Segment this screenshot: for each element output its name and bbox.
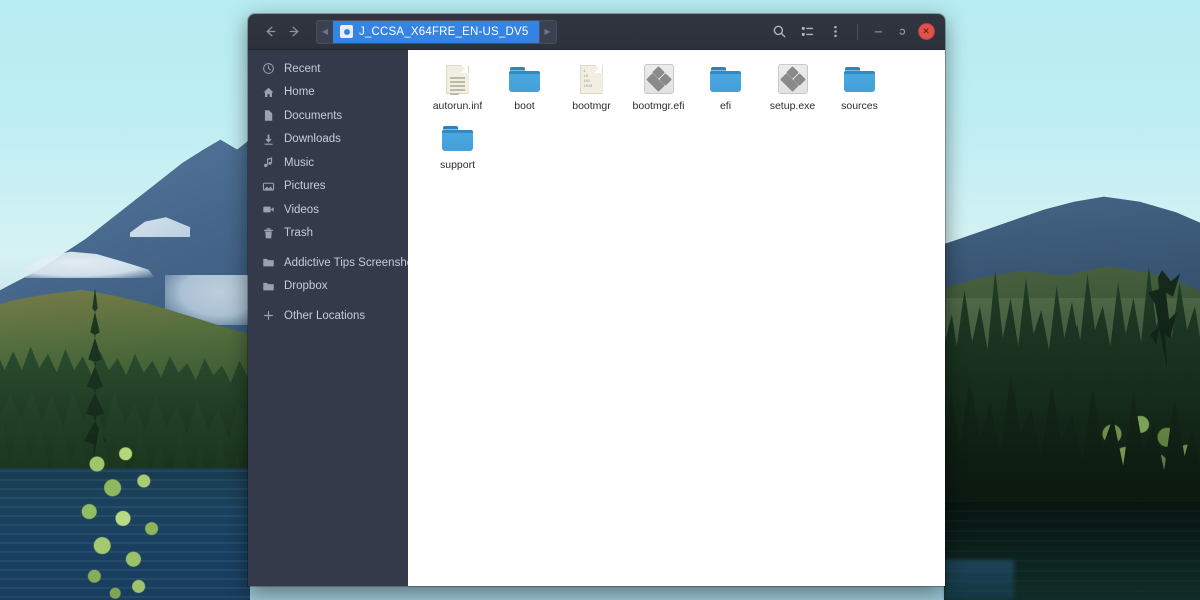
back-button[interactable] — [258, 20, 282, 44]
sidebar-item-documents[interactable]: Documents — [248, 104, 408, 128]
file-label: support — [440, 160, 475, 172]
sidebar-item-label: Other Locations — [284, 310, 365, 322]
sidebar-item-other-locations[interactable]: Other Locations — [248, 304, 408, 328]
sidebar-item-dropbox[interactable]: Dropbox — [248, 275, 408, 299]
file-item[interactable]: support — [424, 119, 491, 178]
trash-icon — [261, 226, 275, 240]
sidebar-item-label: Recent — [284, 63, 320, 75]
headerbar-actions: ✕ — [766, 19, 937, 45]
file-manager-window: ◀ J_CCSA_X64FRE_EN-US_DV5 ▶ — [248, 14, 945, 586]
maximize-button[interactable] — [891, 21, 913, 43]
breadcrumb: ◀ J_CCSA_X64FRE_EN-US_DV5 ▶ — [316, 20, 557, 44]
sidebar-item-home[interactable]: Home — [248, 81, 408, 105]
close-button-wrap[interactable]: ✕ — [915, 21, 937, 43]
file-label: efi — [720, 101, 731, 113]
headerbar-divider — [857, 24, 858, 40]
folder-icon — [507, 64, 543, 96]
clock-icon — [261, 62, 275, 76]
close-icon: ✕ — [918, 23, 935, 40]
sidebar-item-label: Downloads — [284, 133, 341, 145]
file-label: setup.exe — [770, 101, 816, 113]
text-document-icon — [440, 64, 476, 96]
file-label: boot — [514, 101, 534, 113]
executable-icon — [775, 64, 811, 96]
file-item[interactable]: boot — [491, 60, 558, 119]
sidebar-item-addictive-tips-screenshots[interactable]: Addictive Tips Screenshots — [248, 251, 408, 275]
sidebar-item-label: Videos — [284, 204, 319, 216]
file-label: autorun.inf — [433, 101, 483, 113]
folder-icon — [440, 123, 476, 155]
sidebar-item-music[interactable]: Music — [248, 151, 408, 175]
file-item[interactable]: sources — [826, 60, 893, 119]
breadcrumb-scroll-right[interactable]: ▶ — [539, 21, 556, 43]
home-icon — [261, 85, 275, 99]
wallpaper-foreground-bush — [58, 430, 188, 600]
document-icon — [261, 109, 275, 123]
folder-icon — [842, 64, 878, 96]
wallpaper-water-ripples — [944, 500, 1200, 600]
file-item[interactable]: efi — [692, 60, 759, 119]
sidebar-item-videos[interactable]: Videos — [248, 198, 408, 222]
minimize-button[interactable] — [867, 21, 889, 43]
sidebar-item-label: Home — [284, 86, 315, 98]
breadcrumb-item-current[interactable]: J_CCSA_X64FRE_EN-US_DV5 — [333, 21, 539, 43]
folder-icon — [261, 279, 275, 293]
file-label: bootmgr — [572, 101, 611, 113]
sidebar-item-trash[interactable]: Trash — [248, 222, 408, 246]
sidebar-item-label: Documents — [284, 110, 342, 122]
search-icon[interactable] — [766, 19, 792, 45]
places-sidebar: Recent Home — [248, 50, 408, 586]
sidebar-item-recent[interactable]: Recent — [248, 57, 408, 81]
binary-document-icon: 1101011010 — [574, 64, 610, 96]
desktop: ◀ J_CCSA_X64FRE_EN-US_DV5 ▶ — [0, 0, 1200, 600]
sidebar-item-label: Trash — [284, 227, 313, 239]
breadcrumb-current-label: J_CCSA_X64FRE_EN-US_DV5 — [359, 26, 529, 38]
video-camera-icon — [261, 203, 275, 217]
forward-button[interactable] — [282, 20, 306, 44]
executable-icon — [641, 64, 677, 96]
music-note-icon — [261, 156, 275, 170]
breadcrumb-scroll-left[interactable]: ◀ — [317, 21, 333, 43]
download-icon — [261, 132, 275, 146]
list-view-icon[interactable] — [794, 19, 820, 45]
sidebar-item-label: Dropbox — [284, 280, 327, 292]
file-item[interactable]: autorun.inf — [424, 60, 491, 119]
file-list-view[interactable]: autorun.inf boot 1101011010 — [408, 50, 945, 586]
file-label: sources — [841, 101, 878, 113]
sidebar-item-pictures[interactable]: Pictures — [248, 175, 408, 199]
optical-disc-icon — [340, 25, 353, 38]
image-icon — [261, 179, 275, 193]
file-item[interactable]: setup.exe — [759, 60, 826, 119]
plus-icon — [261, 309, 275, 323]
folder-icon — [261, 256, 275, 270]
file-item[interactable]: bootmgr.efi — [625, 60, 692, 119]
sidebar-item-label: Addictive Tips Screenshots — [284, 257, 408, 269]
file-item[interactable]: 1101011010 bootmgr — [558, 60, 625, 119]
window-body: Recent Home — [248, 50, 945, 586]
file-label: bootmgr.efi — [633, 101, 685, 113]
three-dots-vertical-icon[interactable] — [822, 19, 848, 45]
sidebar-item-label: Music — [284, 157, 314, 169]
sidebar-item-downloads[interactable]: Downloads — [248, 128, 408, 152]
folder-icon — [708, 64, 744, 96]
sidebar-item-label: Pictures — [284, 180, 326, 192]
window-headerbar: ◀ J_CCSA_X64FRE_EN-US_DV5 ▶ — [248, 14, 945, 50]
